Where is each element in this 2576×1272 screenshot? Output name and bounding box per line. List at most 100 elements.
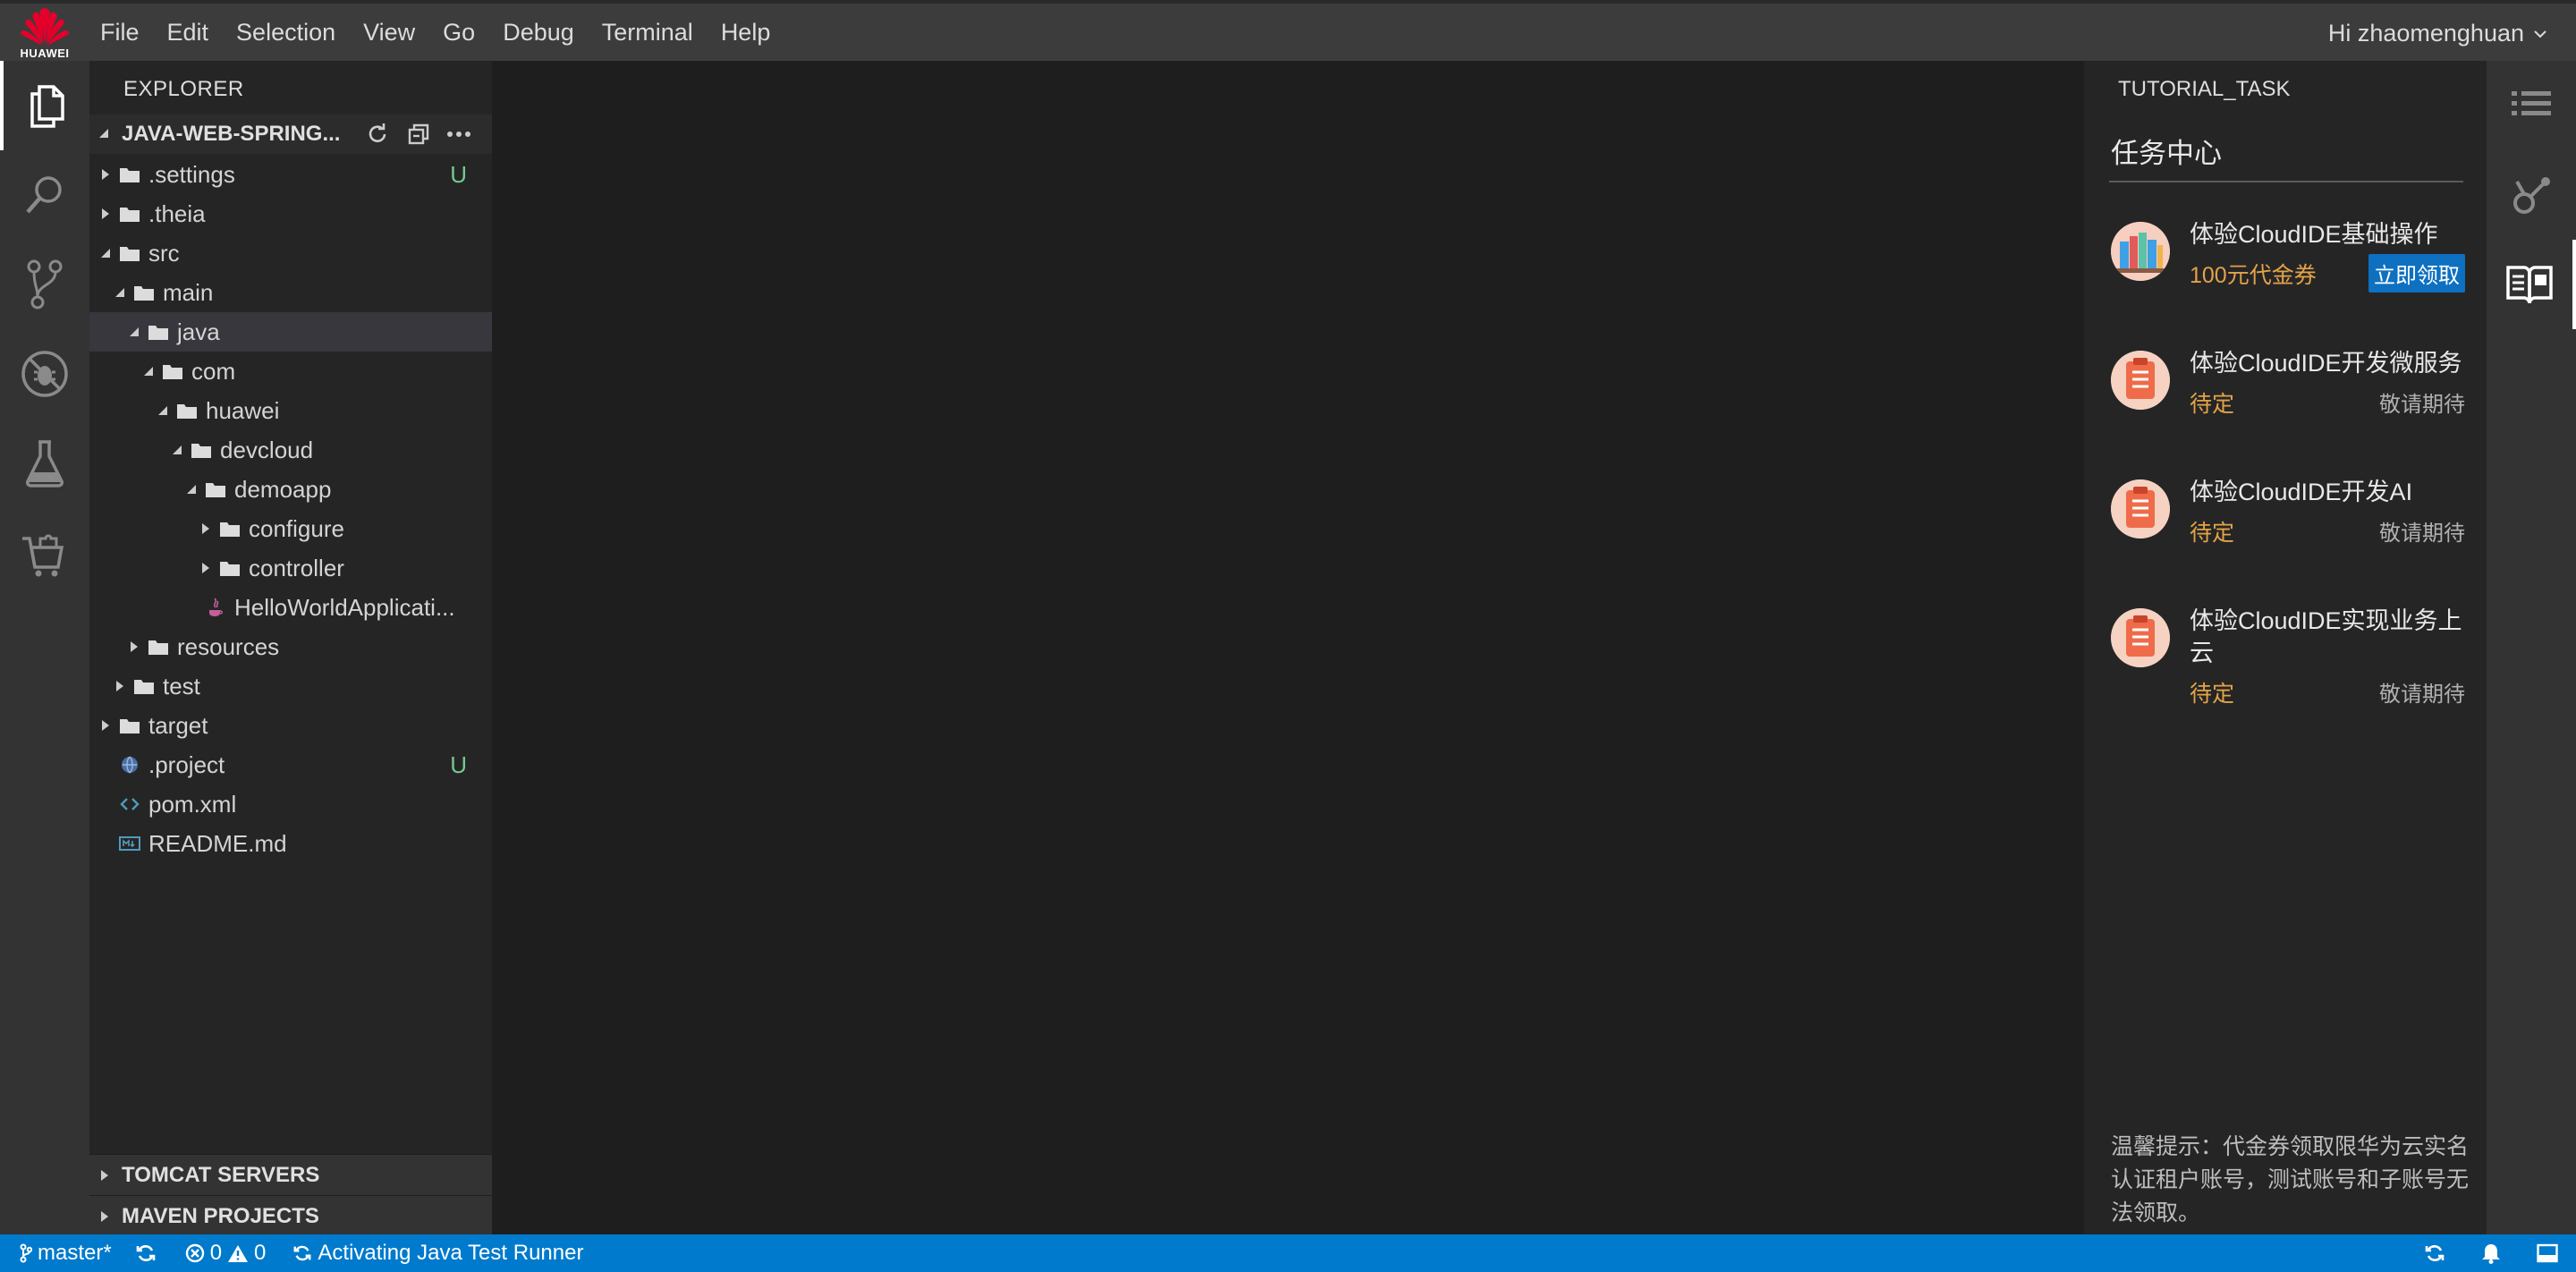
sync-button[interactable]: [135, 1242, 157, 1264]
tomcat-servers-section[interactable]: TOMCAT SERVERS: [89, 1154, 492, 1195]
tree-item-label: controller: [249, 554, 344, 581]
tutorial-panel: TUTORIAL_TASK 任务中心 体验CloudIDE基础操作 100元代金…: [2084, 61, 2487, 1234]
right-activity-bar: [2487, 61, 2576, 1234]
tree-item-label: configure: [249, 514, 344, 542]
user-menu[interactable]: Hi zhaomenghuan: [2328, 20, 2547, 47]
activity-debug[interactable]: [0, 329, 89, 419]
menu-bar: File Edit Selection View Go Debug Termin…: [100, 4, 798, 61]
tree-folder[interactable]: main: [89, 273, 492, 312]
caret-down-icon: [113, 285, 127, 300]
tree-file[interactable]: HelloWorldApplicati...: [89, 588, 492, 627]
right-activity-outline[interactable]: [2487, 61, 2576, 150]
tree-item-label: demoapp: [234, 475, 332, 503]
claim-button[interactable]: 立即领取: [2368, 254, 2465, 293]
right-activity-tutorial[interactable]: [2487, 240, 2576, 329]
tree-item-label: README.md: [148, 829, 287, 857]
folder-icon: [218, 558, 242, 578]
task-status-message: Activating Java Test Runner: [292, 1241, 583, 1266]
more-icon[interactable]: [447, 131, 470, 138]
task-status: 100元代金券: [2190, 263, 2317, 288]
activity-source-control[interactable]: [0, 240, 89, 329]
tree-folder[interactable]: com: [89, 352, 492, 391]
tree-item-label: target: [148, 711, 208, 739]
coming-soon-label: 敬请期待: [2379, 393, 2465, 417]
tree-folder[interactable]: target: [89, 706, 492, 745]
tree-file[interactable]: README.md: [89, 824, 492, 863]
debug-icon: [21, 351, 68, 397]
collapse-all-icon[interactable]: [406, 122, 431, 147]
tree-folder[interactable]: test: [89, 666, 492, 706]
activity-explorer[interactable]: [0, 61, 89, 150]
caret-right-icon: [101, 1169, 108, 1181]
tree-folder[interactable]: demoapp: [89, 470, 492, 509]
tree-file[interactable]: pom.xml: [89, 784, 492, 824]
menu-selection[interactable]: Selection: [236, 19, 335, 47]
tree-folder[interactable]: src: [89, 233, 492, 273]
source-control-icon: [27, 259, 63, 310]
maven-projects-section[interactable]: MAVEN PROJECTS: [89, 1195, 492, 1236]
menu-go[interactable]: Go: [443, 19, 475, 47]
markdown-file-icon: [118, 834, 141, 853]
panel-toggle-icon[interactable]: [2537, 1243, 2558, 1263]
menu-file[interactable]: File: [100, 19, 140, 47]
tree-file[interactable]: .project U: [89, 745, 492, 784]
caret-right-icon: [199, 561, 213, 575]
git-status-badge: U: [450, 750, 467, 778]
activity-test[interactable]: [0, 419, 89, 508]
tree-folder[interactable]: resources: [89, 627, 492, 666]
menu-edit[interactable]: Edit: [167, 19, 209, 47]
activity-search[interactable]: [0, 150, 89, 240]
right-activity-deploy[interactable]: [2487, 150, 2576, 240]
menu-help[interactable]: Help: [721, 19, 771, 47]
sync-icon: [136, 1245, 155, 1261]
tree-folder[interactable]: .theia: [89, 194, 492, 233]
menu-terminal[interactable]: Terminal: [602, 19, 693, 47]
caret-down-icon: [141, 364, 156, 378]
menu-debug[interactable]: Debug: [503, 19, 574, 47]
tree-item-label: com: [191, 357, 236, 385]
tree-item-label: .settings: [148, 160, 235, 188]
java-file-icon: [204, 598, 227, 617]
sync-status-icon[interactable]: [2424, 1242, 2445, 1264]
tree-folder[interactable]: java: [89, 312, 492, 352]
bell-icon[interactable]: [2481, 1242, 2501, 1264]
tree-folder[interactable]: huawei: [89, 391, 492, 430]
activity-extensions[interactable]: [0, 508, 89, 598]
project-section-header[interactable]: JAVA-WEB-SPRING...: [89, 114, 492, 154]
menu-view[interactable]: View: [363, 19, 415, 47]
error-count: 0: [209, 1241, 223, 1265]
caret-right-icon: [98, 167, 113, 182]
explorer-title: EXPLORER: [123, 77, 244, 101]
tree-folder[interactable]: configure: [89, 509, 492, 548]
caret-spacer: [184, 600, 199, 615]
caret-right-icon: [98, 207, 113, 221]
branch-indicator[interactable]: master*: [20, 1241, 112, 1266]
tree-folder[interactable]: .settings U: [89, 155, 492, 194]
task-status: 待定: [2190, 521, 2235, 546]
folder-icon: [175, 401, 199, 420]
problems-indicator[interactable]: 0 0: [185, 1241, 266, 1266]
tutorial-icon: [2506, 266, 2553, 304]
activity-bar: [0, 61, 89, 1234]
refresh-icon[interactable]: [365, 122, 390, 147]
tree-folder[interactable]: devcloud: [89, 430, 492, 470]
caret-spacer: [98, 797, 113, 811]
tree-item-label: devcloud: [220, 436, 314, 463]
folder-icon: [147, 637, 170, 657]
task-status: 待定: [2190, 682, 2235, 707]
tomcat-servers-label: TOMCAT SERVERS: [122, 1162, 320, 1187]
warning-icon: [228, 1245, 249, 1262]
tree-folder[interactable]: controller: [89, 548, 492, 588]
caret-spacer: [98, 758, 113, 772]
clipboard-icon: [2111, 608, 2170, 667]
tree-item-label: HelloWorldApplicati...: [234, 593, 455, 621]
folder-icon: [118, 204, 141, 224]
extensions-icon: [22, 534, 64, 577]
tree-item-label: java: [177, 318, 220, 345]
editor-area[interactable]: [492, 61, 2084, 1234]
tutorial-title: TUTORIAL_TASK: [2118, 77, 2291, 101]
tree-item-label: test: [163, 672, 200, 700]
coming-soon-label: 敬请期待: [2379, 522, 2465, 546]
folder-icon: [218, 519, 242, 538]
caret-down-icon: [156, 403, 170, 418]
